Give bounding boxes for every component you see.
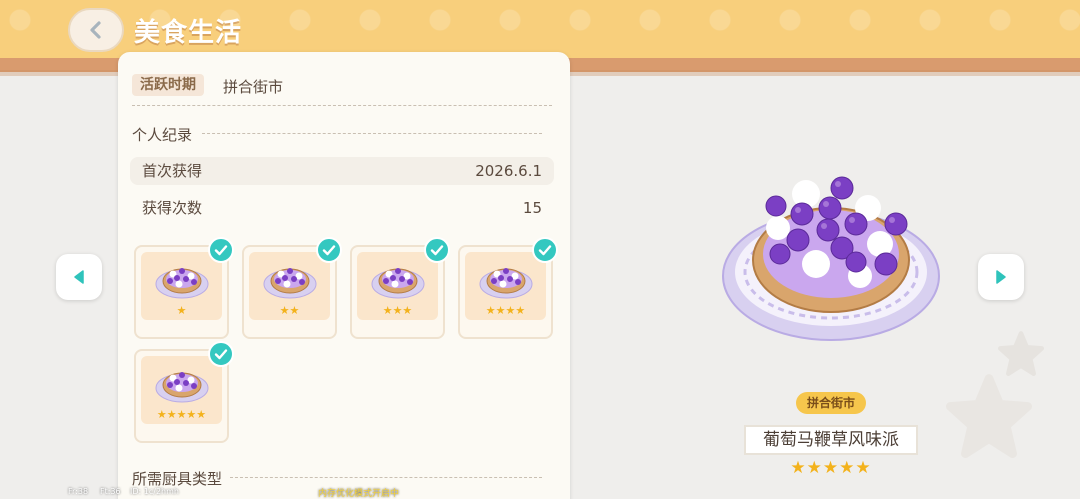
- dish-thumbnail-icon: [371, 268, 425, 299]
- chevron-left-icon: [90, 21, 101, 39]
- collected-check-badge: [208, 341, 234, 367]
- info-panel: 活跃时期 拼合街市 个人纪录 首次获得 2026.6.1 获得次数 15 ★ ★…: [118, 52, 570, 499]
- obtain-count-label: 获得次数: [142, 199, 203, 217]
- personal-record-heading: 个人纪录: [132, 126, 193, 144]
- debug-id: ID: 1c/2hmh: [130, 487, 179, 496]
- debug-fps: Fr:38: [68, 487, 89, 496]
- variant-card-frame: ★★★: [357, 252, 438, 320]
- dish-thumbnail-icon: [155, 372, 209, 403]
- decorative-star-icon: [998, 331, 1044, 376]
- memory-mode-notice: 内存优化模式开启中: [318, 489, 400, 499]
- dish-thumbnail-icon: [263, 268, 317, 299]
- variant-stars: ★★★★: [485, 304, 526, 317]
- active-period-value: 拼合街市: [223, 78, 284, 96]
- collected-check-badge: [316, 237, 342, 263]
- first-obtained-row: 首次获得 2026.6.1: [130, 157, 554, 185]
- dish-thumbnail-icon: [155, 268, 209, 299]
- collected-check-badge: [532, 237, 558, 263]
- debug-ft: Ft:36: [100, 487, 121, 496]
- triangle-left-icon: [74, 270, 84, 284]
- first-obtained-label: 首次获得: [142, 162, 203, 180]
- dish-rating-stars: ★★★★★: [790, 458, 872, 478]
- variant-card-frame: ★★: [249, 252, 330, 320]
- active-period-tag: 活跃时期: [132, 74, 204, 96]
- first-obtained-value: 2026.6.1: [475, 162, 542, 180]
- checkmark-icon: [538, 245, 552, 256]
- decorative-star-icon: [946, 374, 1032, 458]
- variant-stars: ★★★: [382, 304, 413, 317]
- collected-check-badge: [208, 237, 234, 263]
- next-dish-button[interactable]: [978, 254, 1024, 300]
- checkmark-icon: [430, 245, 444, 256]
- obtain-count-value: 15: [522, 199, 542, 217]
- checkmark-icon: [214, 349, 228, 360]
- dish-name: 葡萄马鞭草风味派: [744, 425, 918, 455]
- collected-check-badge: [424, 237, 450, 263]
- variant-card-frame: ★★★★★: [141, 356, 222, 424]
- triangle-right-icon: [996, 270, 1006, 284]
- divider: [132, 105, 552, 106]
- checkmark-icon: [214, 245, 228, 256]
- variant-stars: ★★★★★: [156, 408, 207, 421]
- obtain-count-row: 获得次数 15: [130, 194, 554, 222]
- dish-thumbnail-icon: [479, 268, 533, 299]
- dish-image: [722, 176, 940, 341]
- divider: [230, 477, 542, 478]
- required-tools-heading: 所需厨具类型: [132, 470, 223, 488]
- page-title: 美食生活: [134, 18, 243, 48]
- variant-card-frame: ★★★★: [465, 252, 546, 320]
- previous-dish-button[interactable]: [56, 254, 102, 300]
- divider: [202, 133, 542, 134]
- checkmark-icon: [322, 245, 336, 256]
- source-badge: 拼合街市: [796, 392, 866, 414]
- variant-card-frame: ★: [141, 252, 222, 320]
- back-button[interactable]: [68, 8, 124, 52]
- variant-stars: ★: [176, 304, 187, 317]
- variant-stars: ★★: [279, 304, 300, 317]
